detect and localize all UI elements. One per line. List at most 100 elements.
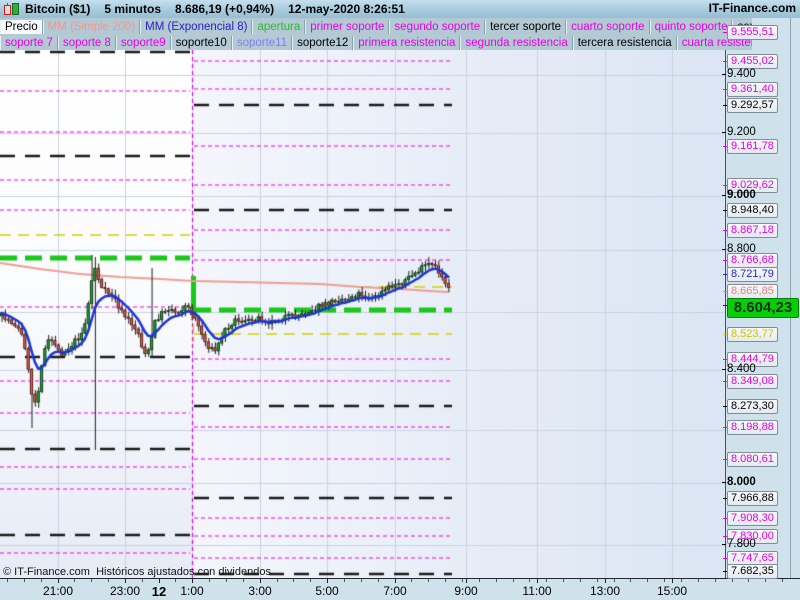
time-minor-tick	[698, 579, 699, 582]
price-label-790830: 7.908,30	[723, 511, 778, 526]
time-minor-tick	[428, 579, 429, 582]
time-label-500: 5:00	[315, 584, 339, 598]
legend-item-primera-resistencia[interactable]: primera resistencia	[353, 36, 461, 50]
price-label-819888: 8.198,88	[723, 420, 778, 435]
price-label-796688: 7.966,88	[723, 491, 778, 506]
price-label-945502: 9.455,02	[723, 54, 778, 69]
price-label-860423: 8.604,23	[723, 298, 799, 318]
legend-item-cuarto-soporte[interactable]: cuarto soporte	[566, 20, 650, 34]
symbol-name: Bitcoin ($1)	[25, 2, 91, 16]
legend-row-1: Precio MM (Simple 200) MM (Exponencial 8) a…	[0, 18, 752, 34]
time-minor-tick	[378, 579, 379, 582]
last-quote: 8.686,19 (+0,94%)	[175, 2, 275, 16]
time-tick	[159, 579, 160, 583]
time-axis[interactable]: 21:00 23:00 12 1:00 3:00 5:00 7:00 9:00 11:00 13:…	[0, 578, 800, 600]
time-tick	[672, 579, 673, 583]
time-minor-tick	[715, 579, 716, 582]
price-label-929257: 9.292,57	[723, 98, 778, 113]
time-minor-tick	[513, 579, 514, 582]
time-tick	[327, 579, 328, 583]
brand-logo-text: IT-Finance.com	[708, 1, 796, 15]
legend-item-apertura[interactable]: apertura	[252, 20, 306, 34]
time-label-100: 1:00	[180, 584, 204, 598]
price-label-916178: 9.161,78	[723, 139, 778, 154]
price-label-768235: 7.682,35	[723, 564, 778, 579]
time-minor-tick	[546, 579, 547, 582]
legend-item-segunda-resistencia[interactable]: segunda resistencia	[460, 36, 573, 50]
time-minor-tick	[580, 579, 581, 582]
price-label-936140: 9.361,40	[723, 82, 778, 97]
time-minor-tick	[782, 579, 783, 582]
time-minor-tick	[462, 579, 463, 582]
time-minor-tick	[597, 579, 598, 582]
legend-item-segundo-soporte[interactable]: segundo soporte	[389, 20, 486, 34]
time-minor-tick	[243, 579, 244, 582]
legend-item-tercera-resistencia[interactable]: tercera resistencia	[572, 36, 677, 50]
time-tick	[537, 579, 538, 583]
time-minor-tick	[7, 579, 8, 582]
time-minor-tick	[108, 579, 109, 582]
price-label-827330: 8.273,30	[723, 399, 778, 414]
legend-item-soporte-7[interactable]: soporte 7	[0, 36, 58, 50]
time-tick	[192, 579, 193, 583]
time-minor-tick	[765, 579, 766, 582]
quote-datetime: 12-may-2020 8:26:51	[288, 2, 405, 16]
title-bar: Bitcoin ($1) 5 minutos 8.686,19 (+0,94%)…	[0, 0, 800, 19]
time-minor-tick	[91, 579, 92, 582]
price-label-7800: 7.800	[722, 538, 756, 550]
legend-item-mm-exponencial-8-[interactable]: MM (Exponencial 8)	[140, 20, 253, 34]
time-minor-tick	[630, 579, 631, 582]
price-label-866585: 8.665,85	[723, 284, 778, 299]
time-label-900: 9:00	[454, 584, 478, 598]
time-minor-tick	[310, 579, 311, 582]
time-label-1500: 15:00	[656, 584, 688, 598]
candlestick-chart-icon	[3, 2, 19, 16]
time-minor-tick	[563, 579, 564, 582]
legend-item-soporte9[interactable]: soporte9	[115, 36, 171, 50]
time-minor-tick	[344, 579, 345, 582]
legend-item-quinto-soporte[interactable]: quinto soporte	[649, 20, 733, 34]
time-minor-tick	[647, 579, 648, 582]
time-minor-tick	[226, 579, 227, 582]
legend-item-primer-soporte[interactable]: primer soporte	[305, 20, 390, 34]
legend-item-soporte10[interactable]: soporte10	[170, 36, 232, 50]
indicator-legend: Precio MM (Simple 200) MM (Exponencial 8) a…	[0, 18, 752, 50]
time-minor-tick	[664, 579, 665, 582]
time-minor-tick	[529, 579, 530, 582]
time-minor-tick	[496, 579, 497, 582]
time-minor-tick	[445, 579, 446, 582]
time-tick	[395, 579, 396, 583]
time-label-12: 12	[151, 584, 167, 599]
legend-item-tercer-soporte[interactable]: tercer soporte	[485, 20, 567, 34]
legend-item-precio[interactable]: Precio	[0, 20, 43, 34]
legend-item-soporte12[interactable]: soporte12	[292, 36, 354, 50]
legend-item-mm-simple-200-[interactable]: MM (Simple 200)	[42, 20, 141, 34]
time-tick	[125, 579, 126, 583]
time-minor-tick	[142, 579, 143, 582]
price-label-955551: 9.555,51	[723, 25, 778, 40]
price-label-886718: 8.867,18	[723, 223, 778, 238]
price-label-9000: 9.000	[722, 189, 756, 201]
price-label-9400: 9.400	[722, 68, 756, 80]
time-minor-tick	[681, 579, 682, 582]
time-minor-tick	[479, 579, 480, 582]
time-minor-tick	[411, 579, 412, 582]
time-label-2100: 21:00	[42, 584, 74, 598]
legend-item-soporte-8[interactable]: soporte 8	[57, 36, 116, 50]
time-label-1300: 13:00	[589, 584, 621, 598]
time-minor-tick	[748, 579, 749, 582]
copyright-notice: © IT-Finance.com Históricos ajustados co…	[3, 566, 271, 578]
time-minor-tick	[74, 579, 75, 582]
legend-item-soporte11[interactable]: soporte11	[231, 36, 293, 50]
trading-chart-window: Bitcoin ($1) 5 minutos 8.686,19 (+0,94%)…	[0, 0, 800, 600]
time-label-700: 7:00	[383, 584, 407, 598]
candlestick-chart-canvas[interactable]	[0, 50, 725, 578]
time-tick	[605, 579, 606, 583]
price-label-9200: 9.200	[722, 126, 756, 138]
time-minor-tick	[175, 579, 176, 582]
time-label-1100: 11:00	[522, 584, 552, 598]
time-tick	[466, 579, 467, 583]
time-minor-tick	[732, 579, 733, 582]
price-label-852377: 8.523,77	[723, 327, 778, 342]
price-label-894840: 8.948,40	[723, 203, 778, 218]
